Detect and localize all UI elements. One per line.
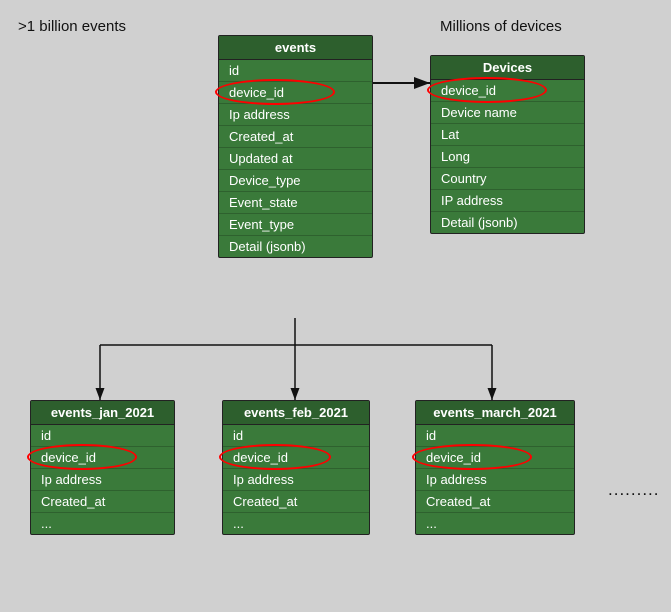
events-feb-device-id-row: device_id [223,447,369,469]
devices-table-header: Devices [431,56,584,80]
table-row: Ip address [219,104,372,126]
table-row: id [416,425,574,447]
devices-device-id-row: device_id [431,80,584,102]
table-row: Created_at [223,491,369,513]
events-table-header: events [219,36,372,60]
table-row: ... [416,513,574,534]
events-march-table-header: events_march_2021 [416,401,574,425]
events-jan-table: events_jan_2021 id device_id Ip address … [30,400,175,535]
table-row: id [219,60,372,82]
events-jan-device-id-row: device_id [31,447,174,469]
events-device-id-row: device_id [219,82,372,104]
events-march-table: events_march_2021 id device_id Ip addres… [415,400,575,535]
events-march-device-id-row: device_id [416,447,574,469]
table-row: ... [31,513,174,534]
table-row: Country [431,168,584,190]
events-feb-table-header: events_feb_2021 [223,401,369,425]
table-row: id [31,425,174,447]
table-row: Device name [431,102,584,124]
table-row: Ip address [31,469,174,491]
table-row: Ip address [416,469,574,491]
table-row: id [223,425,369,447]
table-row: Event_type [219,214,372,236]
billion-events-label: >1 billion events [18,18,126,35]
table-row: Detail (jsonb) [431,212,584,233]
table-row: Created_at [416,491,574,513]
table-row: Lat [431,124,584,146]
table-row: Device_type [219,170,372,192]
table-row: Long [431,146,584,168]
table-row: Detail (jsonb) [219,236,372,257]
events-table: events id device_id Ip address Created_a… [218,35,373,258]
devices-table: Devices device_id Device name Lat Long C… [430,55,585,234]
table-row: ... [223,513,369,534]
table-row: Created_at [219,126,372,148]
ellipsis-label: ......... [608,480,660,500]
table-row: IP address [431,190,584,212]
table-row: Created_at [31,491,174,513]
events-jan-table-header: events_jan_2021 [31,401,174,425]
table-row: Event_state [219,192,372,214]
millions-devices-label: Millions of devices [440,18,562,35]
table-row: Ip address [223,469,369,491]
events-feb-table: events_feb_2021 id device_id Ip address … [222,400,370,535]
table-row: Updated at [219,148,372,170]
